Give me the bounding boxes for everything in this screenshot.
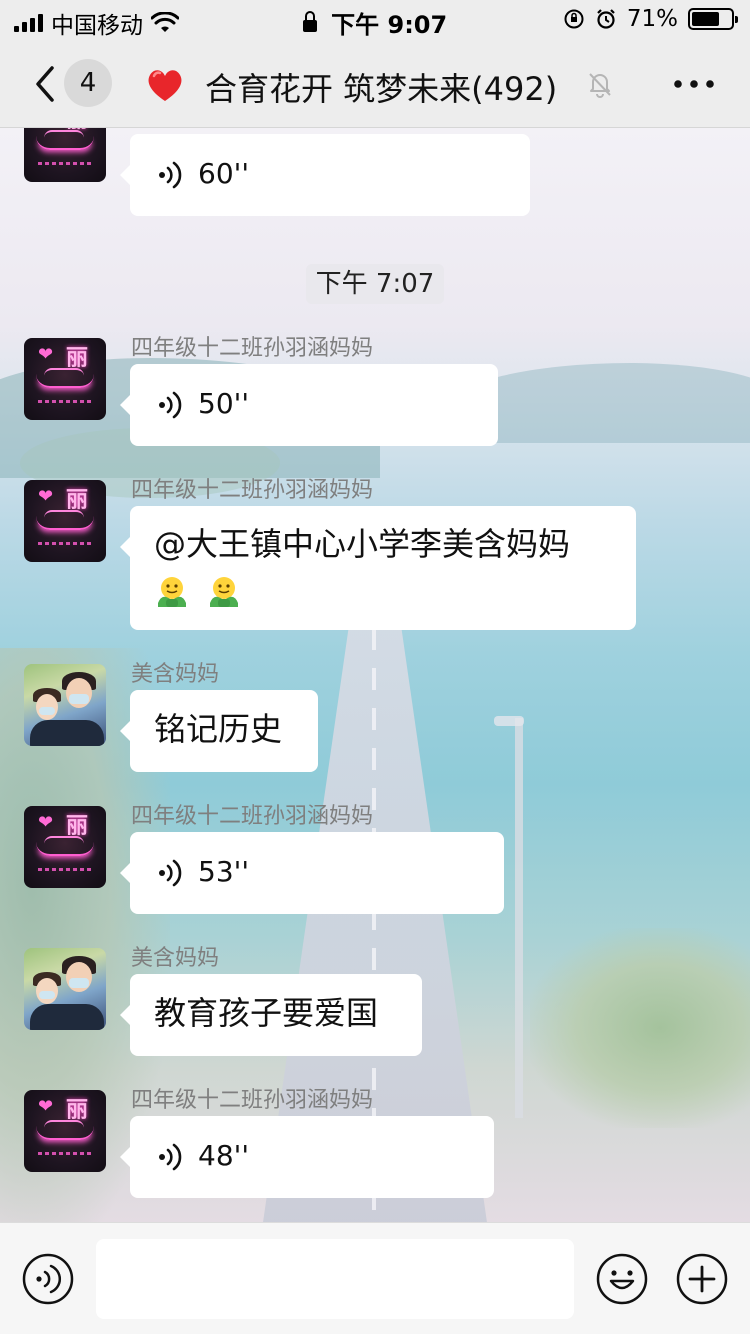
voice-wave-icon — [159, 1143, 182, 1171]
back-icon[interactable] — [26, 62, 66, 106]
hug-emoji-icon — [158, 577, 186, 607]
voice-message-bubble[interactable]: 50'' — [120, 364, 498, 446]
input-bar — [0, 1222, 750, 1334]
voice-wave-icon — [159, 859, 182, 887]
heart-icon — [148, 70, 182, 101]
voice-duration: 53'' — [198, 855, 250, 888]
voice-message-bubble[interactable]: 53'' — [120, 832, 504, 914]
alarm-icon — [597, 9, 615, 29]
emoji-icon[interactable] — [596, 1253, 648, 1305]
avatar[interactable]: ❤丽 — [24, 806, 106, 888]
voice-wave-icon — [159, 391, 182, 419]
hug-emoji-icon — [210, 577, 239, 607]
text-message-bubble[interactable]: 铭记历史 — [120, 690, 318, 772]
voice-wave-icon — [159, 161, 182, 189]
sender-name: 四年级十二班孙羽涵妈妈 — [131, 478, 374, 503]
battery-percent: 71% — [626, 6, 678, 32]
avatar[interactable]: ❤丽 — [24, 128, 106, 182]
avatar[interactable] — [24, 948, 106, 1030]
rotation-lock-icon — [564, 9, 584, 29]
avatar[interactable]: ❤丽 — [24, 1090, 106, 1172]
lock-icon — [302, 11, 317, 32]
sender-name: 美含妈妈 — [131, 946, 220, 971]
text-message-bubble[interactable]: 教育孩子要爱国 — [120, 974, 422, 1056]
sender-name: 四年级十二班孙羽涵妈妈 — [131, 1088, 374, 1113]
emoji-row — [154, 570, 248, 610]
avatar[interactable] — [24, 664, 106, 746]
message-list: ❤丽 60'' 下午 7:07 ❤丽 四年级十二班孙羽涵妈妈 50'' — [0, 128, 750, 1222]
message-text: 铭记历史 — [154, 710, 283, 748]
status-time: 下午 9:07 — [331, 11, 448, 39]
message-text: @大王镇中心小学李美含妈妈 — [154, 525, 571, 563]
voice-duration: 60'' — [198, 157, 250, 190]
plus-icon[interactable] — [676, 1253, 728, 1305]
chat-title: 合育花开 筑梦未来(492) — [205, 70, 558, 108]
sender-name: 美含妈妈 — [131, 662, 220, 687]
voice-duration: 48'' — [198, 1139, 250, 1172]
chat-header: 4 合育花开 筑梦未来(492) — [0, 40, 750, 128]
timestamp-divider: 下午 7:07 — [306, 264, 444, 304]
message-input[interactable] — [96, 1239, 574, 1319]
avatar[interactable]: ❤丽 — [24, 338, 106, 420]
unread-count-badge[interactable]: 4 — [64, 59, 112, 107]
voice-duration: 50'' — [198, 387, 250, 420]
message-text: 教育孩子要爱国 — [154, 994, 379, 1032]
sender-name: 四年级十二班孙羽涵妈妈 — [131, 804, 374, 829]
status-bar: 中国移动 下午 9:07 71% — [0, 0, 750, 40]
more-options-icon[interactable] — [672, 70, 716, 98]
voice-message-bubble[interactable]: 48'' — [120, 1116, 494, 1198]
avatar[interactable]: ❤丽 — [24, 480, 106, 562]
mute-bell-icon — [589, 73, 611, 98]
text-message-bubble[interactable]: @大王镇中心小学李美含妈妈 — [120, 506, 636, 630]
voice-input-icon[interactable] — [22, 1253, 74, 1305]
sender-name: 四年级十二班孙羽涵妈妈 — [131, 336, 374, 361]
voice-message-bubble[interactable]: 60'' — [120, 134, 530, 216]
battery-icon — [688, 8, 738, 30]
